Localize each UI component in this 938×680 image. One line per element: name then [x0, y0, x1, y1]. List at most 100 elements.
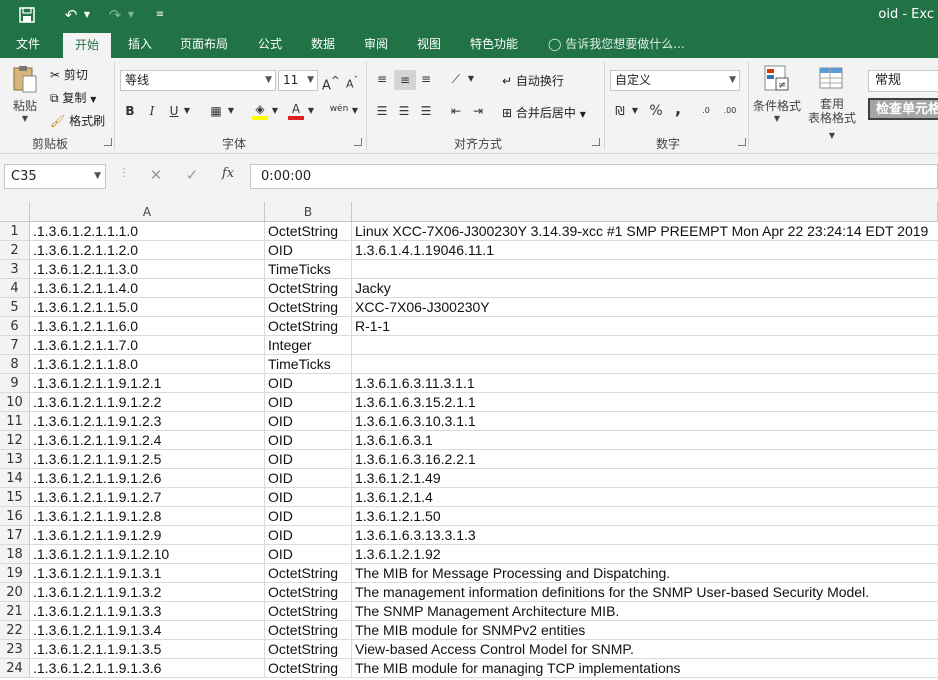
column-header-c[interactable]	[352, 202, 938, 222]
tab-view[interactable]: 视图	[411, 31, 447, 58]
orientation-dropdown-icon[interactable]: ▼	[466, 72, 476, 86]
merge-center-button[interactable]: ⊞ 合并后居中 ▼	[502, 104, 586, 121]
insert-function-icon[interactable]: fx	[218, 166, 238, 181]
decrease-decimal-icon[interactable]: .00	[722, 104, 738, 118]
cell-b[interactable]: OID	[265, 431, 352, 450]
align-left-icon[interactable]: ☰	[374, 104, 390, 118]
cell-c[interactable]: 1.3.6.1.2.1.4	[352, 488, 938, 507]
tab-features[interactable]: 特色功能	[464, 31, 524, 58]
font-color-icon[interactable]: A	[288, 102, 304, 120]
row-header[interactable]: 20	[0, 583, 30, 602]
clipboard-launcher-icon[interactable]	[104, 138, 112, 146]
redo-icon[interactable]: ↷	[104, 4, 126, 26]
cell-b[interactable]: OctetString	[265, 279, 352, 298]
row-header[interactable]: 16	[0, 507, 30, 526]
cell-b[interactable]: OID	[265, 374, 352, 393]
cell-a[interactable]: .1.3.6.1.2.1.1.8.0	[30, 355, 265, 374]
align-top-icon[interactable]: ≡	[374, 72, 390, 86]
cell-a[interactable]: .1.3.6.1.2.1.1.9.1.2.7	[30, 488, 265, 507]
enter-icon[interactable]: ✓	[182, 166, 202, 184]
row-header[interactable]: 18	[0, 545, 30, 564]
undo-dropdown-icon[interactable]: ▼	[82, 4, 92, 26]
row-header[interactable]: 12	[0, 431, 30, 450]
row-header[interactable]: 15	[0, 488, 30, 507]
tab-page-layout[interactable]: 页面布局	[174, 31, 234, 58]
cut-button[interactable]: ✂ 剪切	[50, 66, 88, 83]
cell-b[interactable]: TimeTicks	[265, 355, 352, 374]
row-header[interactable]: 24	[0, 659, 30, 678]
cell-a[interactable]: .1.3.6.1.2.1.1.2.0	[30, 241, 265, 260]
row-header[interactable]: 14	[0, 469, 30, 488]
tab-review[interactable]: 审阅	[358, 31, 394, 58]
percent-button[interactable]: %	[648, 104, 664, 118]
cell-a[interactable]: .1.3.6.1.2.1.1.5.0	[30, 298, 265, 317]
row-header[interactable]: 4	[0, 279, 30, 298]
increase-indent-icon[interactable]: ⇥	[470, 104, 486, 118]
font-color-dropdown-icon[interactable]: ▼	[306, 104, 316, 118]
fill-color-icon[interactable]: ◈	[252, 102, 268, 120]
cell-b[interactable]: OID	[265, 507, 352, 526]
cell-c[interactable]: 1.3.6.1.6.3.10.3.1.1	[352, 412, 938, 431]
phonetic-dropdown-icon[interactable]: ▼	[350, 104, 360, 118]
cell-c[interactable]: The MIB module for managing TCP implemen…	[352, 659, 938, 678]
currency-icon[interactable]: ₪	[612, 104, 628, 118]
cell-c[interactable]: 1.3.6.1.4.1.19046.11.1	[352, 241, 938, 260]
tab-data[interactable]: 数据	[305, 31, 341, 58]
align-right-icon[interactable]: ☰	[418, 104, 434, 118]
grow-font-icon[interactable]: A^	[322, 74, 340, 93]
number-format-select[interactable]: 自定义 ▼	[610, 70, 740, 91]
cell-c[interactable]: 1.3.6.1.6.3.11.3.1.1	[352, 374, 938, 393]
cell-c[interactable]: XCC-7X06-J300230Y	[352, 298, 938, 317]
row-header[interactable]: 17	[0, 526, 30, 545]
cell-a[interactable]: .1.3.6.1.2.1.1.9.1.3.2	[30, 583, 265, 602]
phonetic-icon[interactable]: wén	[328, 102, 350, 116]
cell-b[interactable]: OctetString	[265, 583, 352, 602]
cell-c[interactable]: The SNMP Management Architecture MIB.	[352, 602, 938, 621]
customize-quick-access-icon[interactable]: ≡	[152, 4, 168, 26]
format-as-table-button[interactable]: 套用 表格格式 ▼	[804, 64, 860, 143]
cell-a[interactable]: .1.3.6.1.2.1.1.7.0	[30, 336, 265, 355]
cell-a[interactable]: .1.3.6.1.2.1.1.9.1.2.3	[30, 412, 265, 431]
cell-c[interactable]: The MIB module for SNMPv2 entities	[352, 621, 938, 640]
increase-decimal-icon[interactable]: .0	[698, 104, 714, 118]
cell-a[interactable]: .1.3.6.1.2.1.1.9.1.3.1	[30, 564, 265, 583]
redo-dropdown-icon[interactable]: ▼	[126, 4, 136, 26]
cell-a[interactable]: .1.3.6.1.2.1.1.9.1.2.1	[30, 374, 265, 393]
cell-a[interactable]: .1.3.6.1.2.1.1.6.0	[30, 317, 265, 336]
save-icon[interactable]	[14, 4, 40, 26]
underline-dropdown-icon[interactable]: ▼	[182, 104, 192, 118]
tab-formulas[interactable]: 公式	[252, 31, 288, 58]
cell-c[interactable]	[352, 336, 938, 355]
cell-a[interactable]: .1.3.6.1.2.1.1.9.1.2.4	[30, 431, 265, 450]
align-middle-icon[interactable]: ≡	[394, 70, 416, 90]
column-header-b[interactable]: B	[265, 202, 352, 222]
tab-home[interactable]: 开始	[63, 33, 112, 58]
cell-b[interactable]: OID	[265, 450, 352, 469]
orientation-icon[interactable]: ⟋	[448, 72, 464, 86]
row-header[interactable]: 5	[0, 298, 30, 317]
cell-c[interactable]: The management information definitions f…	[352, 583, 938, 602]
bold-button[interactable]: B	[122, 104, 138, 118]
row-header[interactable]: 2	[0, 241, 30, 260]
cell-b[interactable]: OID	[265, 393, 352, 412]
cell-c[interactable]: 1.3.6.1.6.3.13.3.1.3	[352, 526, 938, 545]
cancel-icon[interactable]: ✕	[146, 166, 166, 184]
name-box[interactable]: C35 ▼	[4, 164, 106, 189]
cell-a[interactable]: .1.3.6.1.2.1.1.9.1.3.5	[30, 640, 265, 659]
cell-c[interactable]: Jacky	[352, 279, 938, 298]
row-header[interactable]: 10	[0, 393, 30, 412]
cell-c[interactable]: View-based Access Control Model for SNMP…	[352, 640, 938, 659]
cell-b[interactable]: OID	[265, 412, 352, 431]
cell-c[interactable]	[352, 355, 938, 374]
cell-c[interactable]	[352, 260, 938, 279]
cell-c[interactable]: Linux XCC-7X06-J300230Y 3.14.39-xcc #1 S…	[352, 222, 938, 241]
select-all-corner[interactable]	[0, 202, 30, 222]
more-options-icon[interactable]: ⋮	[114, 166, 134, 179]
row-header[interactable]: 13	[0, 450, 30, 469]
cell-a[interactable]: .1.3.6.1.2.1.1.1.0	[30, 222, 265, 241]
cell-c[interactable]: 1.3.6.1.6.3.1	[352, 431, 938, 450]
font-name-select[interactable]: 等线 ▼	[120, 70, 276, 91]
italic-button[interactable]: I	[144, 104, 160, 118]
cell-b[interactable]: OctetString	[265, 640, 352, 659]
cell-a[interactable]: .1.3.6.1.2.1.1.9.1.3.3	[30, 602, 265, 621]
